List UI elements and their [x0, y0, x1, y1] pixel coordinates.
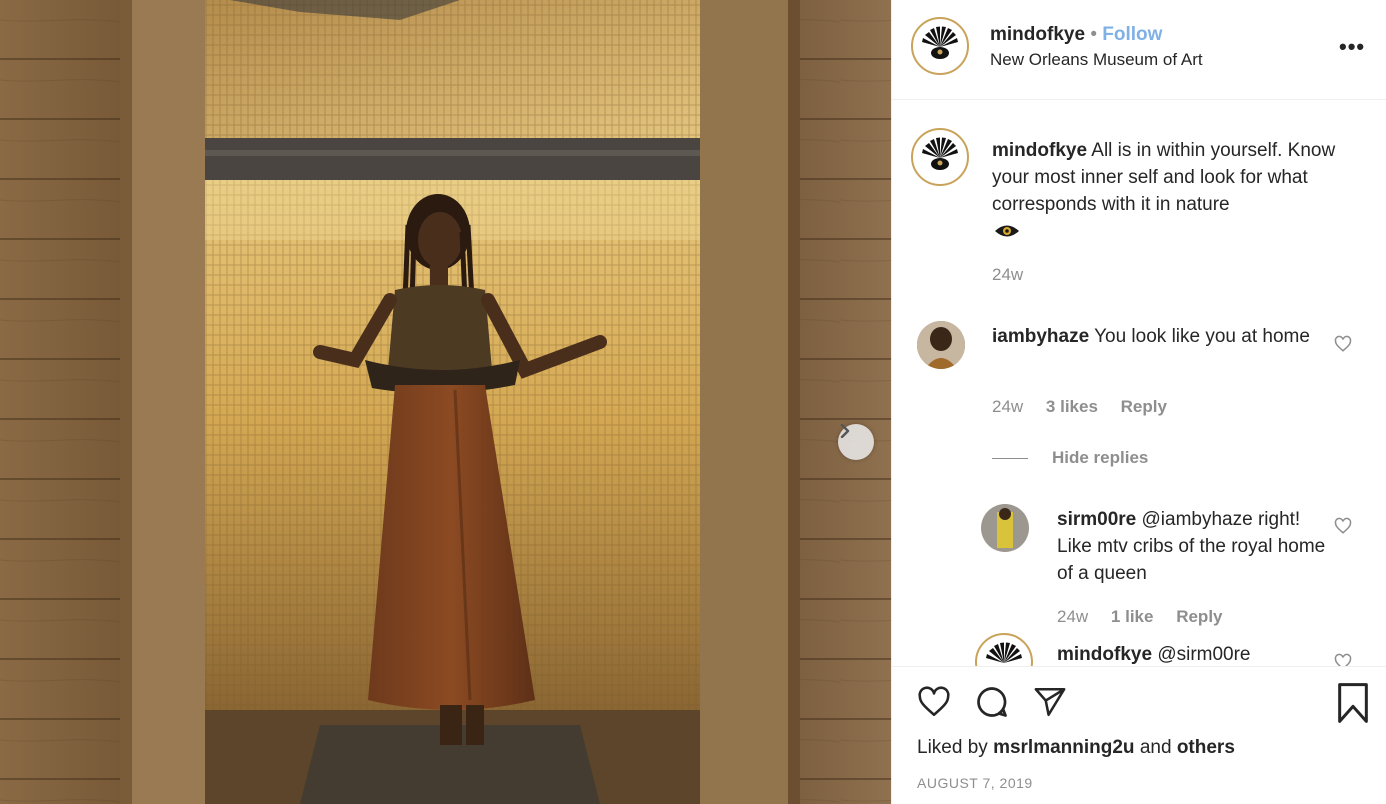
author-avatar[interactable] [911, 17, 969, 75]
comment-username[interactable]: iambyhaze [992, 326, 1089, 347]
comment-icon[interactable] [974, 684, 1010, 720]
liked-by-others[interactable]: others [1177, 737, 1235, 758]
reply-likes[interactable]: 1 like [1111, 607, 1154, 626]
caption-avatar[interactable] [911, 128, 969, 186]
liked-by: Liked by msrlmanning2u and others [917, 737, 1235, 759]
reply-meta: 24w 1 like Reply [1057, 607, 1223, 627]
post-header: mindofkye • Follow New Orleans Museum of… [892, 0, 1386, 100]
reply-button[interactable]: Reply [1176, 607, 1222, 626]
author-line: mindofkye • Follow [990, 24, 1162, 46]
sunburst-logo-icon [986, 642, 1022, 663]
liked-by-prefix: Liked by [917, 737, 988, 758]
next-image-button[interactable] [838, 424, 874, 460]
comment-meta: 24w 3 likes Reply [992, 397, 1167, 417]
share-icon[interactable] [1032, 685, 1068, 719]
reply-comment: mindofkye @sirm00re [1057, 641, 1327, 666]
reply-avatar[interactable] [981, 504, 1029, 552]
like-reply-heart-icon[interactable] [1334, 653, 1352, 666]
reply-username[interactable]: mindofkye [1057, 644, 1152, 665]
post-side-panel: mindofkye • Follow New Orleans Museum of… [891, 0, 1386, 804]
sunburst-logo-icon [922, 137, 958, 170]
post-photo-image [0, 0, 891, 804]
commenter-avatar[interactable] [917, 321, 965, 369]
profile-photo [981, 504, 1029, 552]
liked-by-and: and [1139, 737, 1172, 758]
reply-avatar[interactable] [975, 633, 1033, 666]
hide-replies-button[interactable]: Hide replies [1052, 448, 1148, 468]
reply-username[interactable]: sirm00re [1057, 509, 1136, 530]
sunburst-logo-icon [922, 26, 958, 59]
caption-time[interactable]: 24w [992, 265, 1023, 285]
post-photo[interactable] [0, 0, 891, 804]
comment-time[interactable]: 24w [992, 397, 1023, 416]
like-reply-heart-icon[interactable] [1334, 517, 1352, 535]
liked-by-user[interactable]: msrlmanning2u [993, 737, 1134, 758]
eye-emoji-icon [994, 222, 1020, 245]
more-options-button[interactable]: ••• [1339, 34, 1365, 60]
separator-dot: • [1090, 24, 1097, 45]
follow-button[interactable]: Follow [1102, 24, 1162, 45]
caption-username[interactable]: mindofkye [992, 140, 1087, 161]
reply-time[interactable]: 24w [1057, 607, 1088, 626]
like-comment-heart-icon[interactable] [1334, 335, 1352, 353]
author-username[interactable]: mindofkye [990, 24, 1085, 45]
comments-list[interactable]: mindofkye All is in within yourself. Kno… [892, 101, 1386, 666]
replies-divider [992, 458, 1028, 459]
comment-likes[interactable]: 3 likes [1046, 397, 1098, 416]
post-location[interactable]: New Orleans Museum of Art [990, 50, 1203, 70]
reply-comment: sirm00re @iambyhaze right! Like mtv crib… [1057, 506, 1327, 587]
post-actions: Liked by msrlmanning2u and others AUGUST… [892, 666, 1386, 804]
reply-text: @sirm00re [1157, 644, 1251, 665]
post-view: mindofkye • Follow New Orleans Museum of… [0, 0, 1386, 804]
profile-photo [917, 321, 965, 369]
heart-icon[interactable] [916, 685, 952, 719]
comment: iambyhaze You look like you at home [992, 323, 1322, 350]
reply-button[interactable]: Reply [1121, 397, 1167, 416]
post-date[interactable]: AUGUST 7, 2019 [917, 775, 1033, 791]
bookmark-icon[interactable] [1336, 683, 1370, 723]
caption: mindofkye All is in within yourself. Kno… [992, 137, 1362, 218]
chevron-right-icon [840, 424, 850, 438]
comment-text: You look like you at home [1094, 326, 1310, 347]
